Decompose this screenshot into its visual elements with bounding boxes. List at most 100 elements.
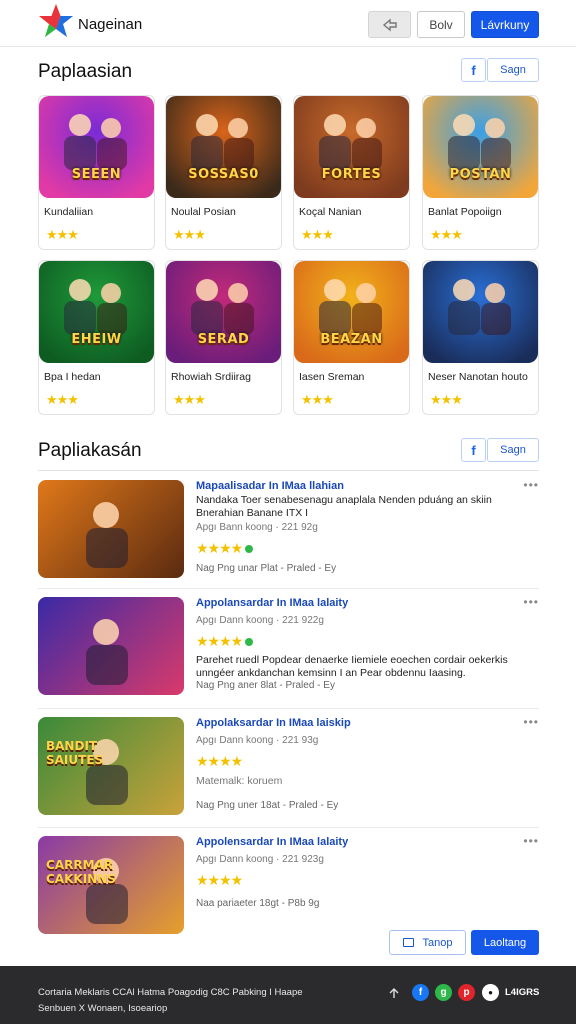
upload-icon[interactable] bbox=[385, 984, 402, 1001]
list-separator bbox=[38, 588, 539, 589]
game-card[interactable]: Neser Nanotan houto ★★★ bbox=[422, 260, 539, 415]
game-name: Rhowiah Srdiirag bbox=[171, 371, 251, 383]
verified-icon bbox=[245, 638, 254, 647]
game-card[interactable]: SOSSAS0 Noulal Posian ★★★ bbox=[165, 95, 282, 250]
list-item-meta: Apgı Dann koong · 221 923g bbox=[196, 854, 324, 865]
list-item-title[interactable]: Appolaksardar In IMaa laiskip bbox=[196, 717, 516, 729]
pinterest-icon[interactable]: p bbox=[458, 984, 475, 1001]
star-rating: ★★★ bbox=[173, 392, 206, 407]
game-thumbnail: BEAZAN bbox=[294, 261, 409, 363]
list-separator bbox=[38, 827, 539, 828]
list-item-thumbnail bbox=[38, 480, 184, 578]
list-item-meta: Apgı Dann koong · 221 93g bbox=[196, 735, 319, 746]
list-item-description: Matemalk: koruem bbox=[196, 775, 283, 787]
game-name: Noulal Posian bbox=[171, 206, 236, 218]
star-rating: ★★★★ bbox=[196, 540, 254, 557]
logo-icon bbox=[39, 4, 73, 37]
list-item-meta: Apgı Bann koong · 221 92g bbox=[196, 522, 318, 533]
star-rating: ★★★ bbox=[46, 227, 79, 242]
footer-label: L4IGRS bbox=[505, 987, 540, 998]
tanop-label: Tanop bbox=[422, 936, 453, 949]
game-name: Banlat Popoiign bbox=[428, 206, 502, 218]
section-title-featured: Paplaasian bbox=[38, 61, 133, 82]
facebook-share-button-2[interactable]: f bbox=[461, 438, 486, 462]
share-icon bbox=[382, 18, 397, 31]
list-item-footer: Nag Png unar Plat - Praled - Ey bbox=[196, 563, 337, 574]
game-card[interactable]: POSTAN Banlat Popoiign ★★★ bbox=[422, 95, 539, 250]
tanop-button[interactable]: Tanop bbox=[389, 930, 466, 955]
window-icon bbox=[402, 938, 414, 947]
game-art-title: FORTES bbox=[321, 167, 382, 182]
list-item-footer: Naa pariaeter 18gt - P8b 9g bbox=[196, 898, 320, 909]
list-item-title[interactable]: Appolansardar In IMaa lalaity bbox=[196, 597, 516, 609]
list-item-title[interactable]: Mapaalisadar In IMaa llahian bbox=[196, 480, 516, 492]
footer-text: Cortaria Meklaris CCAl Hatma Poagodig C8… bbox=[38, 987, 303, 1014]
brand-icon[interactable]: ● bbox=[482, 984, 499, 1001]
sign-button[interactable]: Sagn bbox=[487, 58, 539, 82]
star-rating: ★★★ bbox=[301, 392, 334, 407]
more-options-icon[interactable]: ••• bbox=[523, 715, 539, 729]
list-item-title[interactable]: Appolensardar In IMaa lalaity bbox=[196, 836, 516, 848]
game-card[interactable]: SERAD Rhowiah Srdiirag ★★★ bbox=[165, 260, 282, 415]
game-name: Neser Nanotan houto bbox=[428, 371, 528, 383]
list-separator bbox=[38, 708, 539, 709]
primary-action-button[interactable]: Laoltang bbox=[471, 930, 539, 955]
list-item-thumbnail: CARRMAR CAKKINNS bbox=[38, 836, 184, 934]
section-title-list: Papliakasán bbox=[38, 440, 142, 461]
google-icon[interactable]: g bbox=[435, 984, 452, 1001]
secondary-header-button[interactable]: Bolv bbox=[417, 11, 465, 38]
star-rating: ★★★ bbox=[430, 392, 463, 407]
star-rating: ★★★★ bbox=[196, 872, 243, 888]
game-thumbnail: FORTES bbox=[294, 96, 409, 198]
game-art-title: SOSSAS0 bbox=[188, 167, 259, 182]
list-item-footer: Nag Png aner 8lat - Praled - Ey bbox=[196, 680, 335, 691]
verified-icon bbox=[245, 545, 254, 554]
game-art-title: EHEIW bbox=[71, 332, 122, 347]
game-art-title: BEAZAN bbox=[320, 332, 383, 347]
facebook-share-button[interactable]: f bbox=[461, 58, 486, 82]
game-card[interactable]: EHEIW Bpa I hedan ★★★ bbox=[38, 260, 155, 415]
game-thumbnail: SEEEN bbox=[39, 96, 154, 198]
more-options-icon[interactable]: ••• bbox=[523, 834, 539, 848]
game-card[interactable]: BEAZAN Iasen Sreman ★★★ bbox=[293, 260, 410, 415]
list-art-title: BANDIT SAIUTES bbox=[46, 739, 104, 767]
game-art-title: POSTAN bbox=[449, 167, 512, 182]
game-thumbnail: EHEIW bbox=[39, 261, 154, 363]
star-rating: ★★★ bbox=[173, 227, 206, 242]
game-art-title: SEEEN bbox=[71, 167, 122, 182]
game-thumbnail: POSTAN bbox=[423, 96, 538, 198]
game-card[interactable]: FORTES Koçal Nanian ★★★ bbox=[293, 95, 410, 250]
more-options-icon[interactable]: ••• bbox=[523, 595, 539, 609]
list-item[interactable]: Appolansardar In IMaa lalaity ••• Apgı Dan… bbox=[38, 595, 539, 715]
game-card[interactable]: SEEEN Kundaliian ★★★ bbox=[38, 95, 155, 250]
list-item-thumbnail: BANDIT SAIUTES bbox=[38, 717, 184, 815]
list-item-footer: Nag Png uner 18at - Praled - Ey bbox=[196, 800, 339, 811]
game-name: Koçal Nanian bbox=[299, 206, 362, 218]
list-item[interactable]: Mapaalisadar In IMaa llahian ••• Nandaka T… bbox=[38, 478, 539, 598]
brand-name: Nageinan bbox=[78, 16, 143, 33]
list-item-description: Parehet ruedl Popdear denaerke Iiemiele … bbox=[196, 654, 508, 679]
game-thumbnail: SERAD bbox=[166, 261, 281, 363]
star-rating: ★★★ bbox=[430, 227, 463, 242]
game-name: Iasen Sreman bbox=[299, 371, 365, 383]
game-thumbnail: SOSSAS0 bbox=[166, 96, 281, 198]
share-button[interactable] bbox=[368, 11, 411, 38]
footer: Cortaria Meklaris CCAl Hatma Poagodig C8… bbox=[0, 966, 576, 1024]
top-header: Nageinan Bolv Lávrkuny bbox=[0, 0, 576, 47]
game-name: Bpa I hedan bbox=[44, 371, 101, 383]
divider bbox=[38, 470, 539, 471]
list-item[interactable]: BANDIT SAIUTES Appolaksardar In IMaa lais… bbox=[38, 715, 539, 835]
star-rating: ★★★ bbox=[301, 227, 334, 242]
game-thumbnail bbox=[423, 261, 538, 363]
star-rating: ★★★★ bbox=[196, 633, 254, 650]
primary-header-button[interactable]: Lávrkuny bbox=[471, 11, 539, 38]
facebook-icon[interactable]: f bbox=[412, 984, 429, 1001]
list-item-thumbnail bbox=[38, 597, 184, 695]
game-name: Kundaliian bbox=[44, 206, 94, 218]
sign-button-2[interactable]: Sagn bbox=[487, 438, 539, 462]
list-item-description: Nandaka Toer senabesenagu anaplala Nende… bbox=[196, 494, 492, 519]
list-art-title: CARRMAR CAKKINNS bbox=[46, 858, 116, 886]
more-options-icon[interactable]: ••• bbox=[523, 478, 539, 492]
game-art-title: SERAD bbox=[197, 332, 250, 347]
star-rating: ★★★★ bbox=[196, 753, 243, 769]
